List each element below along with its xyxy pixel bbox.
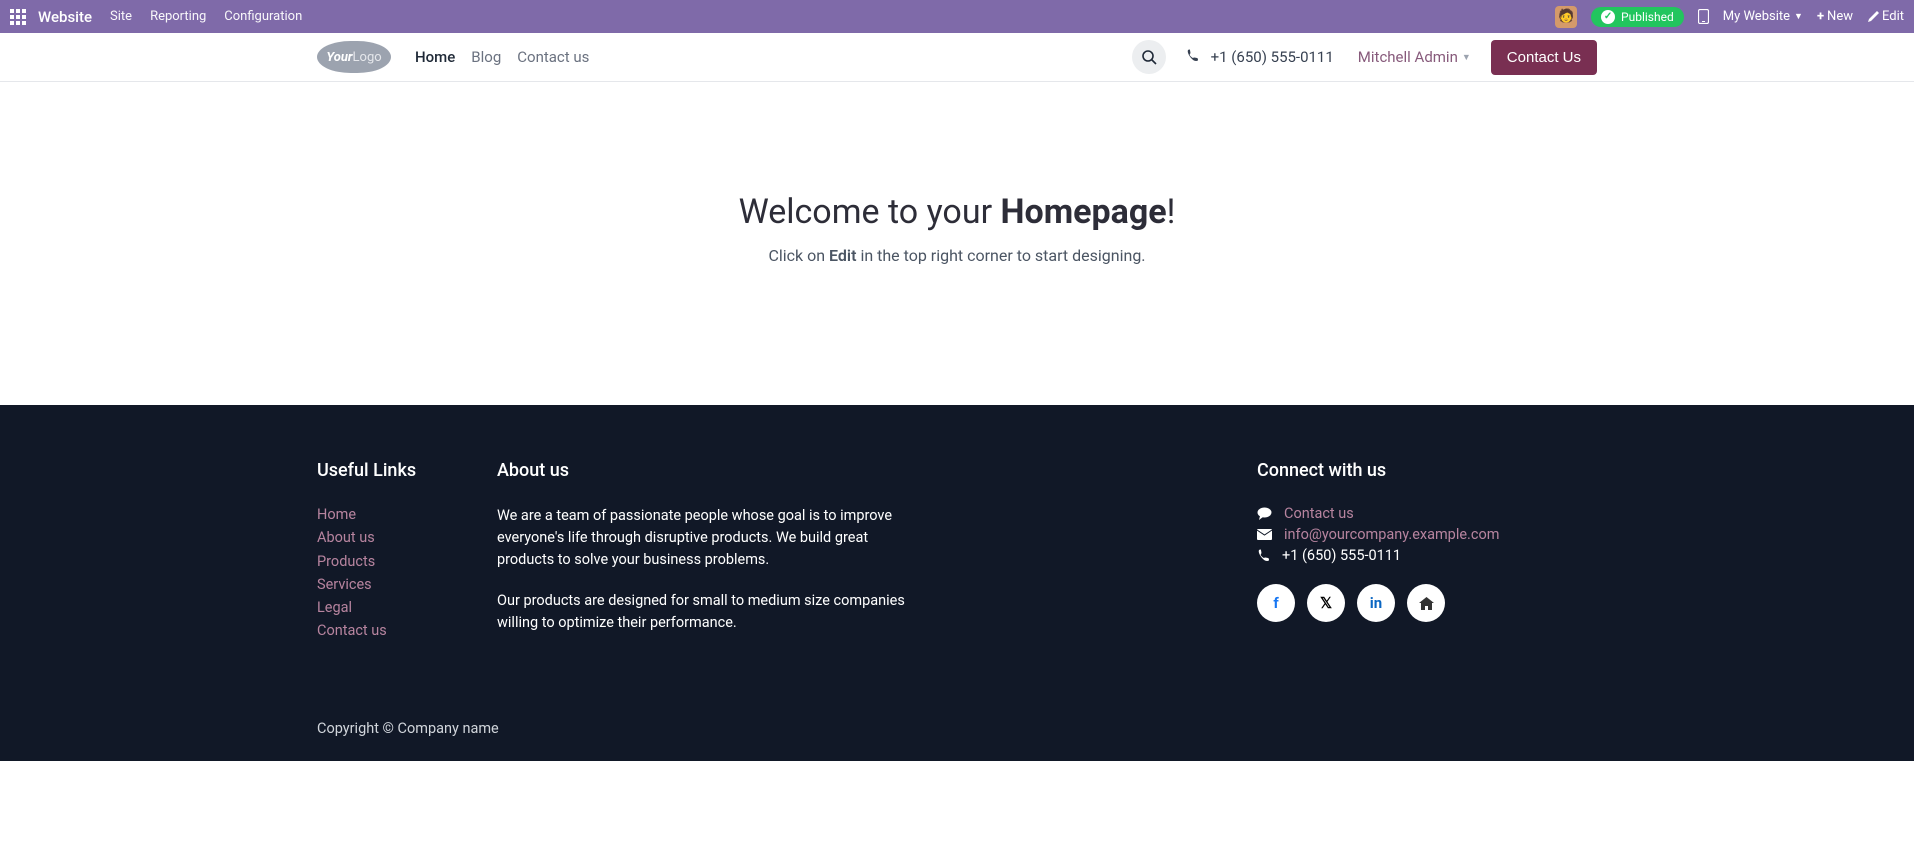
linkedin-icon: in [1370,594,1382,612]
topbar-menu-site[interactable]: Site [110,9,132,24]
hero-sub-bold: Edit [829,246,856,265]
new-label: New [1827,9,1853,24]
hero-sub-pre: Click on [768,246,829,265]
facebook-button[interactable]: f [1257,584,1295,622]
avatar-icon: 🧑 [1555,6,1577,28]
search-button[interactable] [1132,40,1166,74]
new-page-button[interactable]: + New [1817,9,1853,24]
social-buttons: f 𝕏 in [1257,584,1597,622]
connect-title: Connect with us [1257,460,1597,481]
contact-us-row: Contact us [1257,505,1597,522]
pencil-icon [1867,11,1879,23]
published-label: Published [1621,10,1674,24]
check-circle-icon: ✓ [1601,10,1615,24]
user-avatar[interactable]: 🧑 [1555,6,1577,28]
email-row: info@yourcompany.example.com [1257,526,1597,543]
footer-link-services[interactable]: Services [317,575,497,595]
topbar-menu-configuration[interactable]: Configuration [224,9,302,24]
plus-icon: + [1817,9,1824,24]
nav-contact[interactable]: Contact us [517,48,589,66]
footer-link-about[interactable]: About us [317,528,497,548]
nav-home[interactable]: Home [415,48,455,66]
about-paragraph-2: Our products are designed for small to m… [497,590,927,634]
hero-title: Welcome to your Homepage! [0,192,1914,232]
app-topbar: Website Site Reporting Configuration 🧑 ✓… [0,0,1914,33]
speech-bubble-icon [1257,507,1272,520]
site-logo[interactable]: YourLogo [317,41,391,73]
edit-button[interactable]: Edit [1867,9,1904,24]
footer-about: About us We are a team of passionate peo… [497,460,927,654]
footer-link-products[interactable]: Products [317,552,497,572]
footer-link-legal[interactable]: Legal [317,598,497,618]
about-title: About us [497,460,927,481]
hero-sub-post: in the top right corner to start designi… [856,246,1145,265]
contact-us-link[interactable]: Contact us [1284,505,1354,522]
header-phone[interactable]: +1 (650) 555-0111 [1186,48,1333,66]
phone-number: +1 (650) 555-0111 [1211,48,1334,66]
twitter-icon: 𝕏 [1320,594,1332,612]
logo-your: Your [326,50,352,65]
home-icon [1419,597,1434,610]
published-toggle[interactable]: ✓ Published [1591,7,1684,27]
phone-icon [1186,51,1202,66]
topbar-menu-reporting[interactable]: Reporting [150,9,206,24]
logo-logo: Logo [353,50,382,65]
caret-down-icon: ▼ [1794,11,1803,22]
hero-subtitle: Click on Edit in the top right corner to… [0,246,1914,265]
twitter-button[interactable]: 𝕏 [1307,584,1345,622]
phone-text: +1 (650) 555-0111 [1282,547,1401,564]
user-dropdown[interactable]: Mitchell Admin ▼ [1358,48,1471,66]
facebook-icon: f [1273,594,1278,612]
site-footer: Useful Links Home About us Products Serv… [0,405,1914,761]
home-button[interactable] [1407,584,1445,622]
hero-title-pre: Welcome to your [739,192,1001,232]
copyright: Copyright © Company name [302,704,1612,761]
envelope-icon [1257,529,1272,540]
mobile-preview-button[interactable] [1698,9,1709,24]
footer-useful-links: Useful Links Home About us Products Serv… [317,460,497,654]
useful-links-title: Useful Links [317,460,497,481]
hero-title-bold: Homepage [1001,192,1167,232]
site-navbar: YourLogo Home Blog Contact us +1 (650) 5… [0,33,1914,82]
email-link[interactable]: info@yourcompany.example.com [1284,526,1499,543]
website-switcher-label: My Website [1723,9,1790,24]
apps-icon[interactable] [10,9,26,25]
nav-blog[interactable]: Blog [471,48,501,66]
footer-link-home[interactable]: Home [317,505,497,525]
about-paragraph-1: We are a team of passionate people whose… [497,505,927,570]
phone-icon [1257,549,1270,562]
hero-title-post: ! [1167,192,1176,232]
contact-us-button[interactable]: Contact Us [1491,40,1597,75]
website-switcher[interactable]: My Website ▼ [1723,9,1803,24]
caret-down-icon: ▼ [1462,52,1471,63]
mobile-icon [1698,9,1709,24]
linkedin-button[interactable]: in [1357,584,1395,622]
hero-section: Welcome to your Homepage! Click on Edit … [0,82,1914,405]
footer-connect: Connect with us Contact us info@yourcomp… [1257,460,1597,654]
search-icon [1142,50,1157,65]
footer-link-contact[interactable]: Contact us [317,621,497,641]
edit-label: Edit [1882,9,1904,24]
user-name: Mitchell Admin [1358,48,1458,66]
app-brand[interactable]: Website [38,8,92,26]
phone-row: +1 (650) 555-0111 [1257,547,1597,564]
